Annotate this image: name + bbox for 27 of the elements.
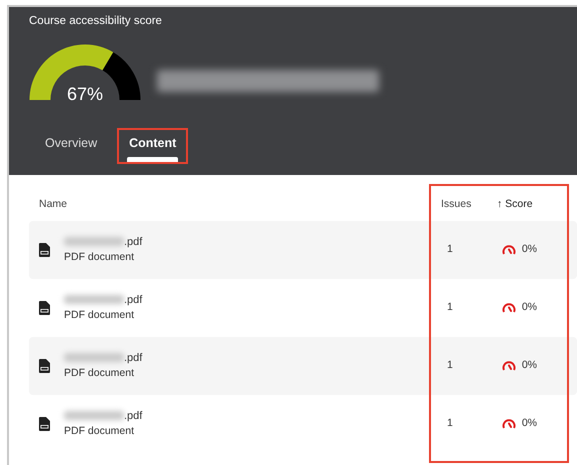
gauge-icon [502, 302, 516, 313]
column-header[interactable]: ↑ Score [497, 198, 533, 210]
issue-count: 1 [447, 300, 453, 313]
score-value: 67% [66, 83, 104, 106]
score-value: 0% [522, 358, 537, 373]
pdf-file-icon [39, 242, 50, 257]
file-type: PDF document [64, 366, 136, 382]
file-type: PDF document [64, 250, 136, 266]
gauge-icon [502, 418, 516, 429]
gauge-icon [502, 244, 516, 255]
score-value: 0% [522, 300, 537, 315]
issue-count: 1 [447, 358, 453, 371]
file-type: PDF document [64, 424, 136, 440]
tab[interactable]: Content [119, 130, 186, 162]
pdf-file-icon [39, 416, 50, 431]
column-header: Name [39, 198, 68, 210]
score-value: 0% [522, 416, 537, 431]
card-title: Course accessibility score [29, 14, 163, 29]
gauge-icon [502, 360, 516, 371]
file-type: PDF document [64, 308, 136, 324]
column-header[interactable]: Issues [441, 198, 472, 210]
pdf-file-icon [39, 300, 50, 315]
score-value: 0% [522, 242, 537, 257]
pdf-file-icon [39, 358, 50, 373]
tab[interactable]: Overview [37, 130, 106, 162]
issue-count: 1 [447, 242, 453, 255]
issue-count: 1 [447, 416, 453, 429]
